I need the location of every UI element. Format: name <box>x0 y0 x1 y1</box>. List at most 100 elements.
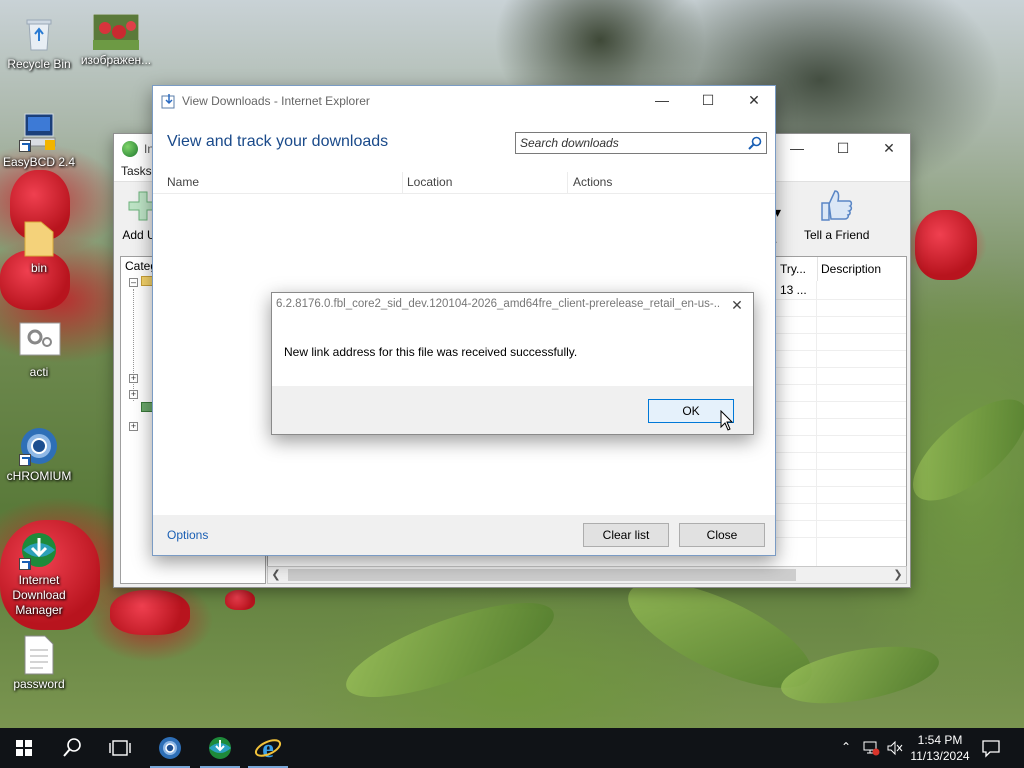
desktop-icon-label: Recycle Bin <box>7 57 71 71</box>
image-file-icon <box>92 13 140 51</box>
desktop-icon-recycle-bin[interactable]: Recycle Bin <box>1 14 77 72</box>
column-separator <box>402 172 403 194</box>
grid-line <box>816 281 817 567</box>
desktop-icon-image[interactable]: изображен... <box>78 13 154 68</box>
internet-explorer-icon: e <box>254 734 282 763</box>
horizontal-scrollbar[interactable]: ❮ ❯ <box>267 566 907 584</box>
tree-expand-toggle[interactable]: + <box>129 374 138 383</box>
column-header-actions[interactable]: Actions <box>573 175 612 189</box>
scrollbar-thumb[interactable] <box>288 569 796 581</box>
minimize-button[interactable]: — <box>774 134 820 162</box>
chromium-icon <box>159 737 181 759</box>
row-tries-cell: 13 ... <box>780 283 807 297</box>
search-input[interactable] <box>516 133 741 153</box>
clock-time: 1:54 PM <box>917 733 963 747</box>
tell-a-friend-button[interactable]: Tell a Friend <box>804 188 869 242</box>
taskbar-idm[interactable] <box>196 728 244 768</box>
thumbs-up-icon <box>817 188 857 224</box>
network-icon[interactable] <box>862 740 880 756</box>
folder-icon <box>19 218 59 258</box>
mouse-pointer-icon <box>720 409 734 432</box>
start-button[interactable] <box>0 728 48 768</box>
tree-expand-toggle[interactable]: – <box>129 278 138 287</box>
desktop-icon-easybcd[interactable]: EasyBCD 2.4 <box>1 112 77 170</box>
search-icon <box>63 738 81 757</box>
recycle-bin-icon <box>19 14 59 54</box>
taskbar-chromium[interactable] <box>146 728 194 768</box>
scroll-left-icon[interactable]: ❮ <box>268 567 284 583</box>
close-button[interactable]: ✕ <box>866 134 912 162</box>
volume-muted-icon[interactable] <box>886 740 904 756</box>
wallpaper-leaf <box>336 584 564 716</box>
clear-list-button[interactable]: Clear list <box>583 523 669 547</box>
dialog-message: New link address for this file was recei… <box>284 345 578 359</box>
taskbar: e ⌃ 1:54 PM 11/13/2024 <box>0 728 1024 768</box>
tree-expand-toggle[interactable]: + <box>129 422 138 431</box>
message-dialog[interactable]: 6.2.8176.0.fbl_core2_sid_dev.120104-2026… <box>271 292 754 435</box>
tree-connector <box>133 289 134 401</box>
close-downloads-button[interactable]: Close <box>679 523 765 547</box>
shortcut-arrow-icon <box>19 558 31 570</box>
shortcut-arrow-icon <box>19 454 31 466</box>
idm-icon <box>209 737 231 759</box>
desktop-icon-chromium[interactable]: cHROMIUM <box>1 426 77 484</box>
shortcut-arrow-icon <box>19 140 31 152</box>
svg-text:e: e <box>262 734 274 763</box>
desktop-icon-label: bin <box>30 261 47 275</box>
minimize-button[interactable]: — <box>639 86 685 114</box>
show-hidden-icons-chevron-icon[interactable]: ⌃ <box>838 740 854 756</box>
easybcd-icon <box>19 112 59 152</box>
settings-file-icon <box>19 322 61 362</box>
start-icon <box>16 740 32 756</box>
downloads-column-headers: Name Location Actions <box>153 172 775 194</box>
search-icon[interactable] <box>747 135 763 151</box>
column-header-location[interactable]: Location <box>407 175 452 189</box>
maximize-button[interactable]: ☐ <box>685 86 731 114</box>
desktop-icon-idm[interactable]: Internet Download Manager <box>1 530 77 618</box>
wallpaper-flower <box>915 210 977 280</box>
view-downloads-title: View Downloads - Internet Explorer <box>182 94 370 108</box>
task-view-button[interactable] <box>96 728 144 768</box>
wallpaper-flower <box>225 590 255 610</box>
search-downloads-box[interactable] <box>515 132 767 154</box>
desktop-icon-label: Internet Download Manager <box>12 573 66 617</box>
desktop-icon-password[interactable]: password <box>1 634 77 692</box>
text-file-icon <box>19 634 59 675</box>
column-header-description[interactable]: Description <box>817 257 906 281</box>
desktop-icon-label: cHROMIUM <box>6 469 72 483</box>
search-button[interactable] <box>48 728 96 768</box>
wallpaper-leaf <box>897 382 1024 518</box>
system-clock[interactable]: 1:54 PM 11/13/2024 <box>906 732 974 764</box>
wallpaper-flower <box>110 590 190 635</box>
taskbar-internet-explorer[interactable]: e <box>244 728 292 768</box>
wallpaper-leaf <box>776 636 944 714</box>
view-downloads-heading: View and track your downloads <box>167 133 389 150</box>
idm-app-icon <box>122 141 138 157</box>
desktop-icon-label: изображен... <box>80 53 152 67</box>
options-link[interactable]: Options <box>167 528 208 542</box>
action-center-icon[interactable] <box>980 738 1002 758</box>
add-url-label: Add U <box>122 228 156 242</box>
desktop-icon-label: acti <box>29 365 49 379</box>
task-view-icon <box>109 740 131 756</box>
idm-icon <box>19 530 59 570</box>
view-downloads-title-bar[interactable]: View Downloads - Internet Explorer — ☐ ✕ <box>153 86 775 116</box>
dialog-close-icon[interactable]: ✕ <box>727 295 747 315</box>
desktop-icon-bin-folder[interactable]: bin <box>1 218 77 276</box>
desktop-icon-acti[interactable]: acti <box>1 322 77 380</box>
dialog-footer: OK <box>272 386 753 434</box>
desktop-icon-label: EasyBCD 2.4 <box>2 155 76 169</box>
scroll-right-icon[interactable]: ❯ <box>890 567 906 583</box>
desktop-icon-label: password <box>13 677 65 691</box>
column-separator <box>567 172 568 194</box>
column-header-name[interactable]: Name <box>167 175 199 189</box>
close-button[interactable]: ✕ <box>731 86 777 114</box>
tree-expand-toggle[interactable]: + <box>129 390 138 399</box>
tell-a-friend-label: Tell a Friend <box>804 228 870 242</box>
clock-date: 11/13/2024 <box>910 749 970 763</box>
maximize-button[interactable]: ☐ <box>820 134 866 162</box>
chromium-icon <box>19 426 59 466</box>
menu-tasks[interactable]: Tasks <box>121 164 152 178</box>
column-header-tries[interactable]: Try... <box>776 257 818 281</box>
view-downloads-footer: Options Clear list Close <box>153 515 775 555</box>
